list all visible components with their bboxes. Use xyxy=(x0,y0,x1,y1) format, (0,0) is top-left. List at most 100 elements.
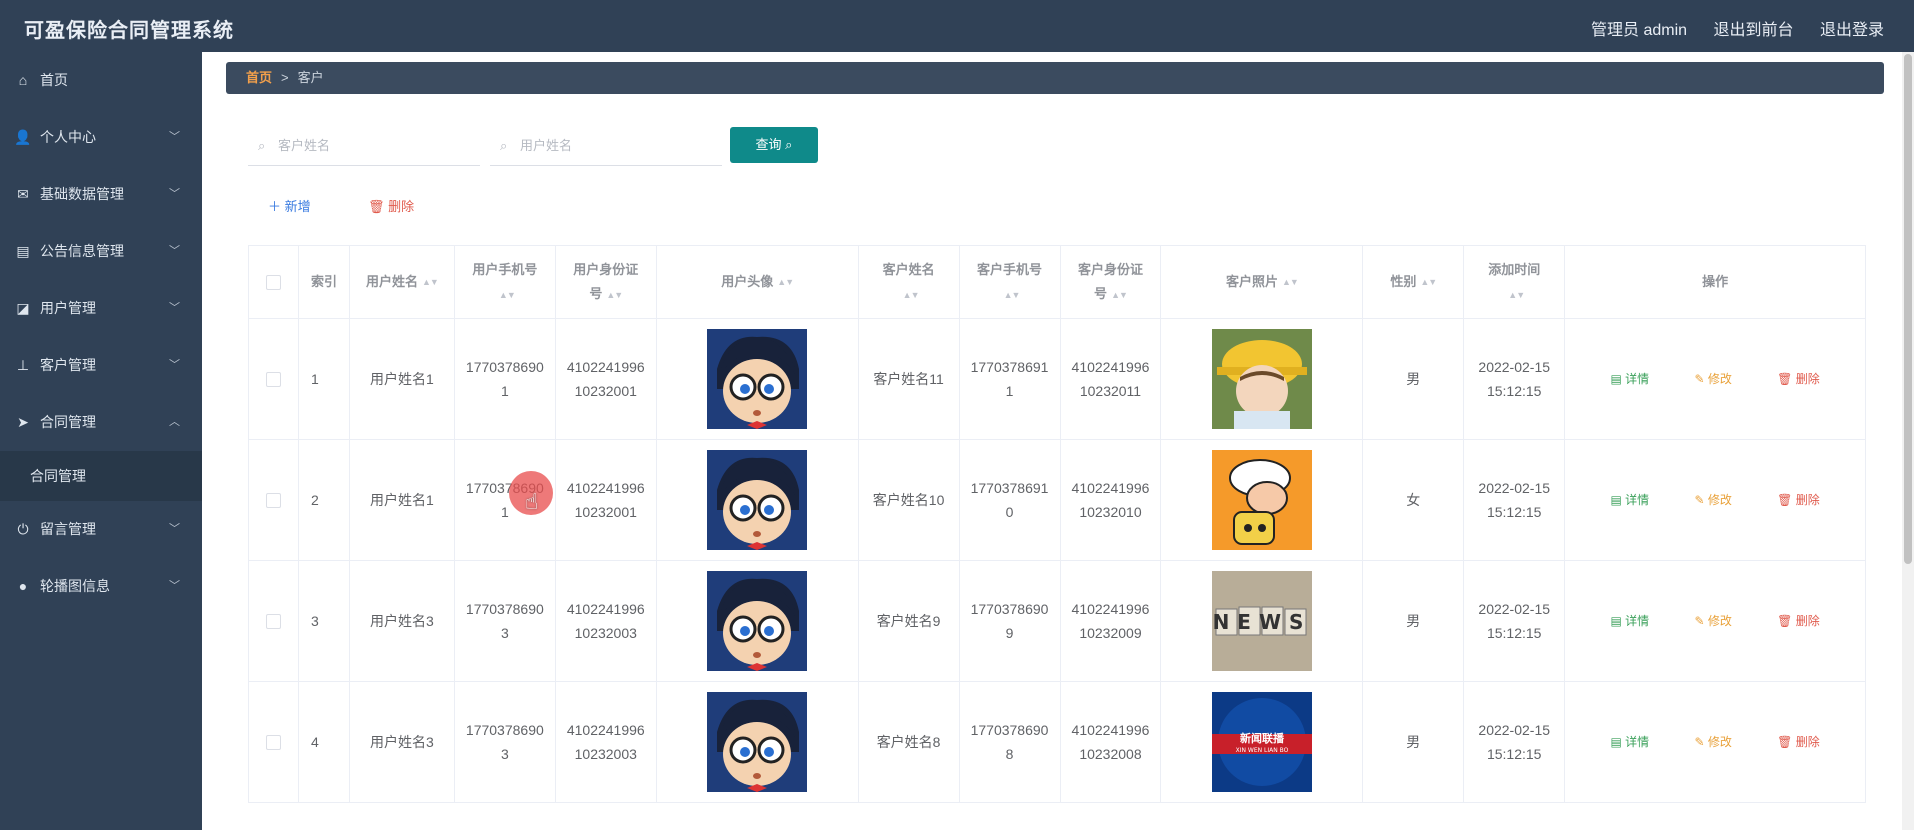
sidebar-item-label: 个人中心 xyxy=(40,129,96,145)
operations-cell: ▤ 详情 ✎ 修改 🗑 删除 xyxy=(1565,319,1866,439)
delete-row-button[interactable]: 🗑 删除 xyxy=(1777,730,1820,754)
sort-icon[interactable]: ▲▼ xyxy=(606,283,623,307)
breadcrumb-home[interactable]: 首页 xyxy=(246,70,272,85)
chevron-down-icon: ﹀ xyxy=(169,302,180,314)
customer-photo-image xyxy=(1211,329,1312,429)
delete-row-button[interactable]: 🗑 删除 xyxy=(1777,367,1820,391)
customer-photo-cell: NEWS xyxy=(1161,561,1364,681)
logout-link[interactable]: 退出登录 xyxy=(1820,22,1884,39)
app-title: 可盈保险合同管理系统 xyxy=(24,20,234,42)
sidebar-item-basic-data[interactable]: ✉ 基础数据管理 ﹀ xyxy=(0,166,202,223)
user-phone-cell: 17703786903 xyxy=(465,722,544,762)
sidebar-item-label: 合同管理 xyxy=(40,414,96,430)
sort-icon[interactable]: ▲▼ xyxy=(1282,270,1299,294)
sort-icon[interactable]: ▲▼ xyxy=(777,270,794,294)
user-name-placeholder: 用户姓名 xyxy=(520,138,573,153)
chevron-down-icon: ﹀ xyxy=(169,131,180,143)
sort-icon[interactable]: ▲▼ xyxy=(499,283,516,307)
edit-button[interactable]: ✎ 修改 xyxy=(1694,730,1731,754)
gender-cell: 男 xyxy=(1363,561,1465,681)
delete-row-button[interactable]: 🗑 删除 xyxy=(1777,488,1820,512)
chevron-up-icon: ︿ xyxy=(169,416,180,428)
detail-button[interactable]: ▤ 详情 xyxy=(1610,488,1649,512)
column-header: 索引 xyxy=(299,246,350,318)
column-header[interactable]: 用户头像 ▲▼ xyxy=(657,246,859,318)
breadcrumb: 首页 > 客户 xyxy=(226,62,1884,94)
gender-cell: 男 xyxy=(1363,319,1465,439)
exit-to-front-link[interactable]: 退出到前台 xyxy=(1714,22,1794,39)
top-actions: 管理员 admin 退出到前台 退出登录 xyxy=(1569,16,1884,40)
detail-button[interactable]: ▤ 详情 xyxy=(1610,730,1649,754)
user-name-cell: 用户姓名3 xyxy=(350,561,455,681)
sort-icon[interactable]: ▲▼ xyxy=(1111,283,1128,307)
sidebar-item-contracts[interactable]: ➤ 合同管理 ︿ xyxy=(0,394,202,451)
sidebar-item-label: 轮播图信息 xyxy=(40,578,110,594)
sort-icon[interactable]: ▲▼ xyxy=(1508,283,1525,307)
sort-icon[interactable]: ▲▼ xyxy=(1004,283,1021,307)
clipboard-icon: ▤ xyxy=(16,243,30,259)
column-header[interactable]: 用户手机号▲▼ xyxy=(455,246,556,318)
sidebar-item-carousel[interactable]: ● 轮播图信息 ﹀ xyxy=(0,558,202,615)
table-row: 4 用户姓名3 17703786903 410224199610232003 客… xyxy=(249,682,1866,803)
sidebar-item-personal[interactable]: 👤 个人中心 ﹀ xyxy=(0,109,202,166)
added-time-cell: 2022-02-15 15:12:15 xyxy=(1478,722,1551,762)
power-icon: ⏻ xyxy=(17,521,29,537)
delete-row-button[interactable]: 🗑 删除 xyxy=(1777,609,1820,633)
sort-icon[interactable]: ▲▼ xyxy=(1420,270,1437,294)
add-button[interactable]: ＋ 新增 xyxy=(268,196,311,215)
customer-name-cell: 客户姓名8 xyxy=(859,682,960,802)
row-checkbox[interactable] xyxy=(265,492,281,508)
select-all-checkbox[interactable] xyxy=(265,274,281,290)
column-header[interactable]: 客户手机号▲▼ xyxy=(960,246,1061,318)
breadcrumb-current: 客户 xyxy=(297,70,324,85)
news-photo-text: NEWS xyxy=(1212,610,1311,634)
sort-icon[interactable]: ▲▼ xyxy=(422,270,439,294)
user-name-search-input[interactable]: ⌕ 用户姓名 xyxy=(490,128,722,166)
column-header[interactable]: 用户身份证号 ▲▼ xyxy=(556,246,657,318)
sort-icon[interactable]: ▲▼ xyxy=(903,283,920,307)
edit-button[interactable]: ✎ 修改 xyxy=(1694,488,1731,512)
query-button[interactable]: 查询 ⌕ xyxy=(730,127,818,163)
row-checkbox[interactable] xyxy=(265,734,281,750)
sidebar: ⌂ 首页 👤 个人中心 ﹀ ✉ 基础数据管理 ﹀ ▤ 公告信息管理 ﹀ ◪ 用户… xyxy=(0,52,202,830)
sidebar-item-messages[interactable]: ⏻ 留言管理 ﹀ xyxy=(0,501,202,558)
delete-button[interactable]: 🗑 删除 xyxy=(368,196,414,215)
edit-button[interactable]: ✎ 修改 xyxy=(1694,609,1731,633)
edit-button[interactable]: ✎ 修改 xyxy=(1694,367,1731,391)
detail-button[interactable]: ▤ 详情 xyxy=(1610,367,1649,391)
detail-button[interactable]: ▤ 详情 xyxy=(1610,609,1649,633)
column-header[interactable]: 客户姓名▲▼ xyxy=(859,246,960,318)
row-checkbox[interactable] xyxy=(265,371,281,387)
scrollbar-thumb[interactable] xyxy=(1904,54,1912,564)
chevron-down-icon: ﹀ xyxy=(169,359,180,371)
chevron-down-icon: ﹀ xyxy=(169,580,180,592)
row-checkbox[interactable] xyxy=(265,613,281,629)
user-avatar-image xyxy=(707,329,808,429)
sidebar-item-label: 客户管理 xyxy=(40,357,96,373)
vertical-scrollbar[interactable] xyxy=(1902,52,1914,830)
table-row: 1 用户姓名1 17703786901 410224199610232001 客… xyxy=(249,319,1866,440)
sidebar-item-users[interactable]: ◪ 用户管理 ﹀ xyxy=(0,280,202,337)
sidebar-item-label: 基础数据管理 xyxy=(40,186,124,202)
customer-name-search-input[interactable]: ⌕ 客户姓名 xyxy=(248,128,480,166)
search-icon: ⌕ xyxy=(258,138,266,153)
user-avatar-cell xyxy=(657,561,859,681)
customer-photo-image: NEWS xyxy=(1211,571,1312,671)
sidebar-item-home[interactable]: ⌂ 首页 xyxy=(0,52,202,109)
sidebar-item-notice[interactable]: ▤ 公告信息管理 ﹀ xyxy=(0,223,202,280)
column-header[interactable]: 客户照片 ▲▼ xyxy=(1161,246,1364,318)
user-avatar-cell xyxy=(657,319,859,439)
customer-photo-cell: 新闻联播 XIN WEN LIAN BO xyxy=(1161,682,1364,802)
column-header[interactable]: 添加时间▲▼ xyxy=(1464,246,1566,318)
column-header[interactable]: 客户身份证号 ▲▼ xyxy=(1061,246,1162,318)
sidebar-item-label: 用户管理 xyxy=(40,300,96,316)
sidebar-item-label: 留言管理 xyxy=(40,521,96,537)
column-header[interactable]: 用户姓名 ▲▼ xyxy=(350,246,455,318)
stamp-icon: ⊥ xyxy=(16,357,30,373)
sidebar-item-customers[interactable]: ⊥ 客户管理 ﹀ xyxy=(0,337,202,394)
customer-id-cell: 410224199610232010 xyxy=(1071,480,1150,520)
added-time-cell: 2022-02-15 15:12:15 xyxy=(1478,601,1551,641)
column-header[interactable]: 性别 ▲▼ xyxy=(1363,246,1465,318)
sidebar-subitem-contract-management[interactable]: 合同管理 xyxy=(0,451,202,501)
customer-photo-cell xyxy=(1161,440,1364,560)
